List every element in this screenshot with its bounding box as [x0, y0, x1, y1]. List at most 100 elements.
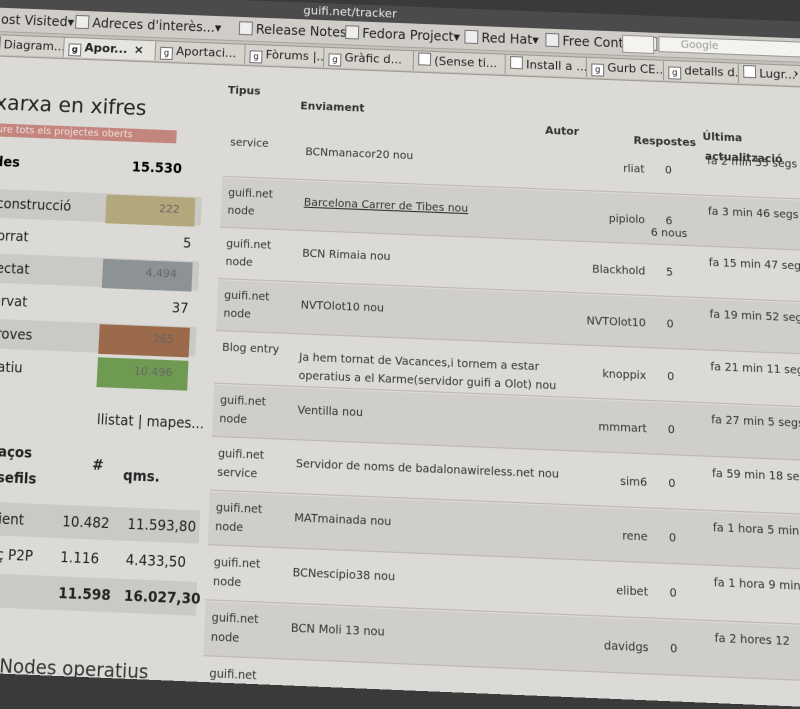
bookmark-0[interactable]: ost Visited▾	[0, 11, 75, 30]
stat-bar: 4.494	[101, 258, 193, 292]
col-autor[interactable]: Autor	[545, 125, 579, 138]
row-replies-count: 0	[668, 477, 676, 491]
col-tipus[interactable]: Tipus	[228, 85, 261, 98]
col-enviament[interactable]: Enviament	[300, 101, 364, 115]
tab-9[interactable]: Lugr...	[737, 62, 800, 86]
row-title-link[interactable]: Barcelona Carrer de Tibes nou	[304, 194, 587, 223]
links-type: ap/client	[0, 509, 25, 529]
bookmark-label: Red Hat	[481, 30, 533, 48]
chevron-down-icon: ▾	[214, 20, 222, 36]
row-replies-count: 0	[664, 164, 672, 177]
row-replies-new[interactable]: 6 nous	[647, 227, 691, 241]
tab-6[interactable]: Install a ...	[504, 53, 593, 78]
row-author[interactable]: mmmart	[546, 419, 646, 436]
row-title-link[interactable]: Servidor de noms de badalonawireless.net…	[296, 455, 587, 485]
row-title-link[interactable]: BCN Moli 13 nou	[291, 620, 587, 652]
row-type: service	[230, 135, 295, 155]
row-title-link[interactable]: BCN Rimaia nou	[302, 245, 586, 274]
links-km: 16.027,30	[123, 587, 201, 608]
row-type: guifi.net node	[215, 499, 284, 540]
list-maps-link[interactable]: llistat | mapes...	[97, 411, 205, 432]
stat-label: Operatiu	[0, 357, 24, 377]
url-dropdown[interactable]	[622, 34, 655, 55]
projects-banner-link[interactable]: veure tots els projectes oberts	[0, 122, 177, 144]
row-type: guifi.net node	[210, 609, 280, 651]
tab-3[interactable]: g Fòrums |...	[243, 43, 330, 68]
row-author[interactable]: rene	[546, 527, 648, 544]
row-author[interactable]: elibet	[546, 582, 648, 600]
stats-sidebar: veure tots els projectes oberts a xarxa …	[0, 56, 223, 684]
row-type-line2: node	[214, 520, 244, 535]
row-type-line2: service	[217, 466, 258, 481]
row-title-link[interactable]: MATmainada nou	[294, 510, 587, 541]
links-header-sub: Sensefils	[0, 468, 37, 488]
chevron-down-icon: ▾	[453, 29, 461, 45]
stat-value: 5	[182, 235, 192, 252]
tab-label: Gràfic d...	[344, 50, 403, 67]
bookmark-label: Release Notes	[255, 21, 347, 41]
bookmark-1[interactable]: Adreces d'interès...▾	[74, 14, 222, 36]
row-replies: 5	[648, 266, 692, 280]
nodes-label: Nodes	[0, 153, 21, 171]
row-type-line2: node	[212, 575, 242, 590]
guifi-favicon-icon: g	[591, 63, 605, 77]
tab-8[interactable]: g detalls d...	[662, 59, 745, 84]
row-type-line1: guifi.net	[209, 667, 257, 683]
row-author[interactable]: sim6	[546, 473, 647, 490]
tab-0[interactable]: Diagram...	[0, 33, 71, 58]
stat-value: 4.494	[145, 267, 178, 281]
row-type: guifi.net node	[213, 554, 282, 595]
links-table: Enllaços Sensefils # qms. ap/client 10.48…	[0, 435, 203, 616]
close-icon[interactable]: ×	[134, 43, 145, 57]
row-title-link[interactable]: Ventilla nou	[297, 402, 586, 432]
row-title-link[interactable]: NVTOlot10 nou	[300, 297, 586, 326]
bookmark-3[interactable]: Fedora Project▾	[345, 25, 460, 44]
tab-2[interactable]: g Aportaci...	[154, 40, 252, 65]
row-author[interactable]: Blackhold	[547, 262, 645, 278]
row-type-line2: node	[225, 255, 253, 270]
row-author[interactable]	[546, 694, 649, 698]
row-updated: fa 59 min 18 segs	[711, 467, 800, 485]
row-updated: fa 1 hora 9 min	[713, 576, 800, 594]
row-type-line2: node	[219, 412, 248, 427]
bookmark-label: ost Visited	[0, 12, 69, 30]
stat-value: 222	[158, 203, 180, 217]
guifi-favicon-icon: g	[159, 46, 174, 61]
row-author[interactable]: NVTOlot10	[547, 314, 646, 330]
row-replies: 0	[650, 531, 695, 546]
tab-1[interactable]: g Apor... ×	[62, 36, 162, 61]
bookmark-folder-icon	[74, 14, 90, 30]
row-updated: fa 15 min 47 segs	[708, 256, 800, 274]
tab-scroll-icon[interactable]: ›	[793, 66, 799, 81]
tab-label: Gurb CE...	[607, 60, 667, 77]
row-title-link[interactable]	[289, 676, 587, 688]
row-title-link[interactable]: BCNmanacor20 nou	[305, 144, 586, 172]
row-author[interactable]: pipiolo	[547, 211, 645, 227]
row-replies-count: 0	[666, 318, 674, 332]
row-type: guifi.net node	[219, 392, 287, 432]
tab-5[interactable]: (Sense ti...	[412, 50, 512, 75]
stat-label: En proves	[0, 325, 33, 344]
row-updated	[715, 686, 800, 691]
stat-value: 37	[171, 299, 189, 317]
row-replies: 0	[649, 477, 694, 492]
row-type-line2: node	[227, 204, 255, 218]
bookmark-2[interactable]: Release Notes	[238, 21, 347, 41]
stat-label: Projectat	[0, 259, 30, 278]
row-updated: fa 27 min 5 segs	[711, 413, 800, 431]
window-title: guifi.net/tracker	[303, 3, 397, 21]
col-ultima[interactable]: Última	[702, 131, 742, 145]
row-title-link[interactable]: BCNescipio38 nou	[292, 564, 587, 595]
row-author[interactable]: rliat	[547, 160, 644, 176]
bookmark-4[interactable]: Red Hat▾	[464, 29, 539, 48]
nodes-operatius-heading: Nodes operatius	[0, 653, 149, 684]
links-type: Enllaç P2P	[0, 544, 34, 565]
tab-label: Install a ...	[526, 57, 588, 74]
row-author[interactable]: davidgs	[546, 637, 649, 655]
stat-row: En proves 265	[0, 317, 197, 358]
search-input[interactable]: Google	[658, 36, 800, 58]
tab-4[interactable]: g Gràfic d...	[322, 46, 420, 71]
stat-label: Reservat	[0, 291, 28, 310]
page-icon	[743, 64, 757, 79]
tab-7[interactable]: g Gurb CE...	[585, 56, 670, 81]
